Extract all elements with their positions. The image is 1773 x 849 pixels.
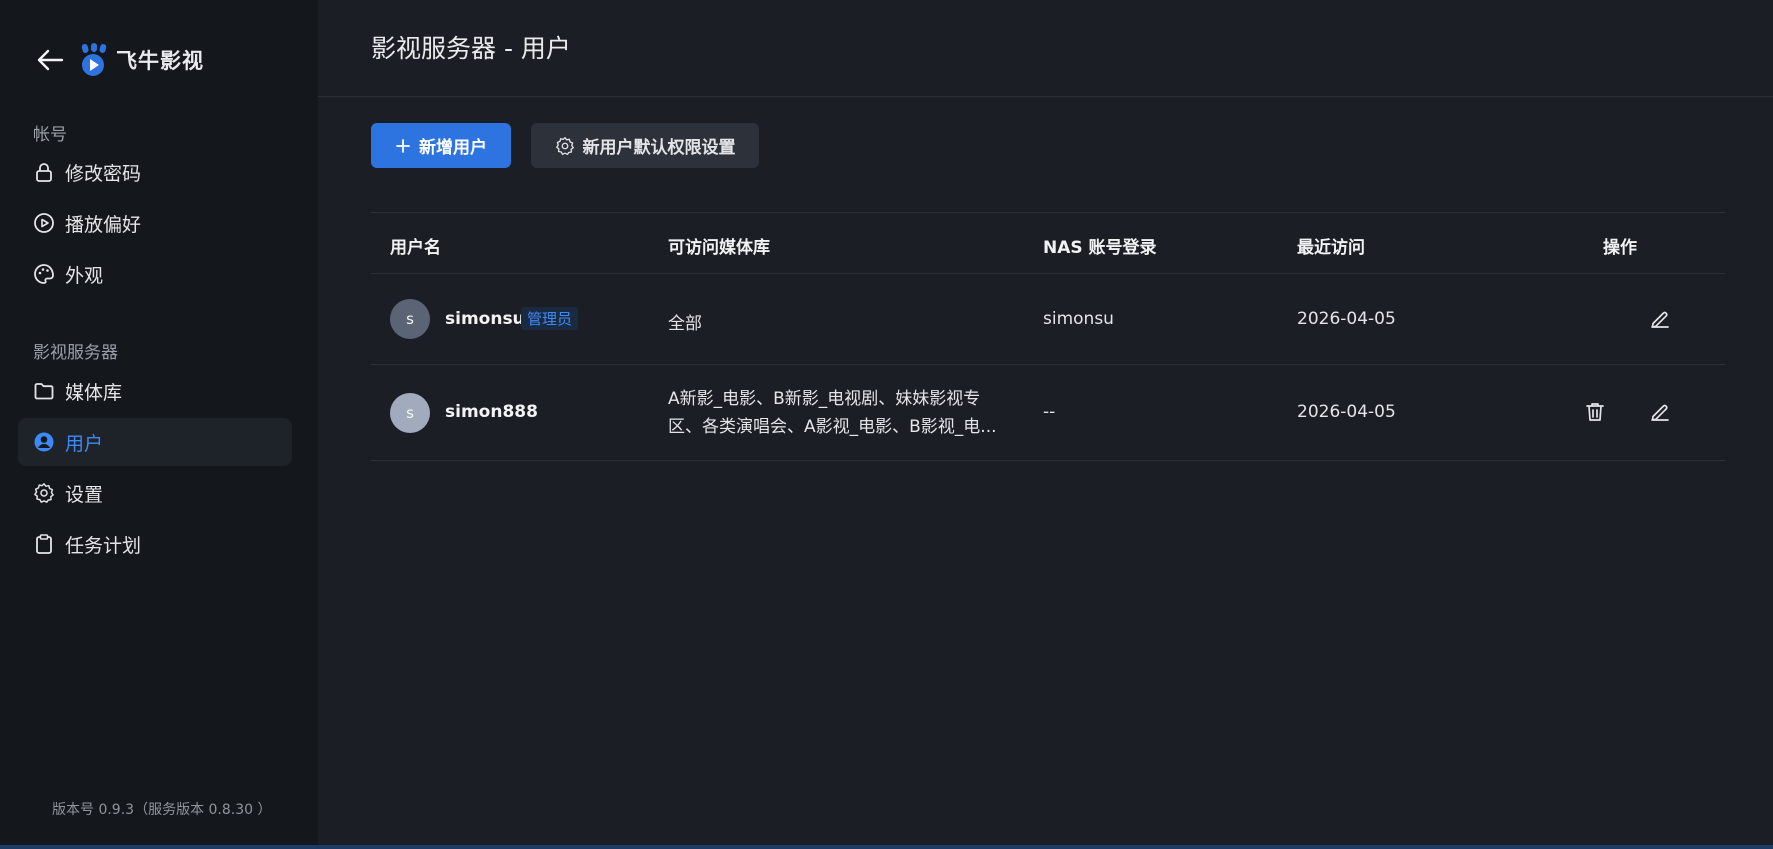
delete-button[interactable]	[1581, 398, 1609, 426]
pencil-icon	[1651, 404, 1669, 421]
default-permission-label: 新用户默认权限设置	[582, 138, 736, 158]
sidebar-item-label: 用户	[65, 432, 104, 455]
clipboard-icon	[32, 532, 56, 556]
last-access-cell: 2026-04-05	[1297, 309, 1396, 329]
sidebar-item-label: 播放偏好	[65, 213, 142, 236]
sidebar-item-appearance[interactable]: 外观	[18, 250, 292, 298]
play-circle-icon	[32, 211, 56, 235]
sidebar-item-playback-preference[interactable]: 播放偏好	[18, 199, 292, 247]
admin-badge: 管理员	[521, 307, 579, 330]
column-header-last-access: 最近访问	[1297, 238, 1365, 258]
edit-button[interactable]	[1646, 305, 1674, 333]
section-title-account: 帐号	[33, 125, 67, 145]
back-button[interactable]	[34, 44, 66, 76]
column-header-nas-login: NAS 账号登录	[1043, 238, 1157, 258]
nas-account-cell: --	[1043, 402, 1056, 422]
add-user-button[interactable]: 新增用户	[371, 123, 511, 168]
feiniu-logo-icon	[81, 43, 107, 76]
trash-icon	[1586, 403, 1604, 421]
sidebar-item-scheduled-tasks[interactable]: 任务计划	[18, 520, 292, 568]
version-info: 版本号 0.9.3（服务版本 0.8.30 ）	[52, 802, 272, 818]
page-title: 影视服务器 - 用户	[371, 34, 571, 63]
folder-icon	[32, 379, 56, 403]
add-user-label: 新增用户	[419, 138, 487, 158]
sidebar-item-label: 外观	[65, 264, 104, 287]
main-content: 影视服务器 - 用户 新增用户 新用户默认权限设置 用户名 可访问媒体库 NAS…	[318, 0, 1773, 845]
app-window: 飞牛影视 帐号 修改密码 播放偏好 外观 影视服务器 媒体库 用户 设置 任务计…	[0, 0, 1773, 849]
column-header-actions: 操作	[1603, 238, 1637, 258]
username: simon888	[445, 402, 538, 422]
gear-icon	[32, 481, 56, 505]
page-header: 影视服务器 - 用户	[318, 0, 1773, 97]
lock-icon	[32, 160, 56, 184]
column-header-username: 用户名	[390, 238, 441, 258]
gear-icon	[555, 136, 575, 156]
libraries-cell: 全部	[668, 314, 702, 334]
default-permission-settings-button[interactable]: 新用户默认权限设置	[531, 123, 759, 168]
sidebar-item-label: 媒体库	[65, 381, 123, 404]
user-circle-icon	[32, 430, 56, 454]
sidebar-item-media-library[interactable]: 媒体库	[18, 367, 292, 415]
sidebar-item-settings[interactable]: 设置	[18, 469, 292, 517]
sidebar-item-users[interactable]: 用户	[18, 418, 292, 466]
sidebar-item-label: 任务计划	[65, 534, 142, 557]
avatar: s	[390, 393, 430, 433]
brand-name: 飞牛影视	[116, 49, 204, 73]
users-table: 用户名 可访问媒体库 NAS 账号登录 最近访问 操作 s simonsu 管理…	[371, 212, 1725, 461]
table-header: 用户名 可访问媒体库 NAS 账号登录 最近访问 操作	[371, 212, 1725, 274]
libraries-line: 区、各类演唱会、A影视_电影、B影视_电...	[668, 417, 997, 437]
plus-icon	[395, 138, 411, 154]
sidebar-item-label: 修改密码	[65, 162, 142, 185]
table-row: s simon888 A新影_电影、B新影_电视剧、妹妹影视专 区、各类演唱会、…	[371, 365, 1725, 461]
last-access-cell: 2026-04-05	[1297, 402, 1396, 422]
libraries-line: A新影_电影、B新影_电视剧、妹妹影视专	[668, 389, 981, 409]
column-header-libraries: 可访问媒体库	[668, 238, 770, 258]
libraries-cell: A新影_电影、B新影_电视剧、妹妹影视专 区、各类演唱会、A影视_电影、B影视_…	[668, 385, 998, 441]
avatar: s	[390, 299, 430, 339]
username: simonsu	[445, 309, 525, 329]
table-row: s simonsu 管理员 全部 simonsu 2026-04-05	[371, 274, 1725, 365]
sidebar-item-label: 设置	[65, 483, 104, 506]
pencil-icon	[1651, 311, 1669, 328]
window-bottom-border	[0, 845, 1773, 849]
section-title-media-server: 影视服务器	[33, 343, 118, 363]
arrow-left-icon	[37, 49, 64, 71]
sidebar-item-change-password[interactable]: 修改密码	[18, 148, 292, 196]
palette-icon	[32, 262, 56, 286]
edit-button[interactable]	[1646, 398, 1674, 426]
sidebar: 飞牛影视 帐号 修改密码 播放偏好 外观 影视服务器 媒体库 用户 设置 任务计…	[0, 0, 318, 845]
brand-bar: 飞牛影视	[34, 40, 204, 80]
nas-account-cell: simonsu	[1043, 309, 1114, 329]
